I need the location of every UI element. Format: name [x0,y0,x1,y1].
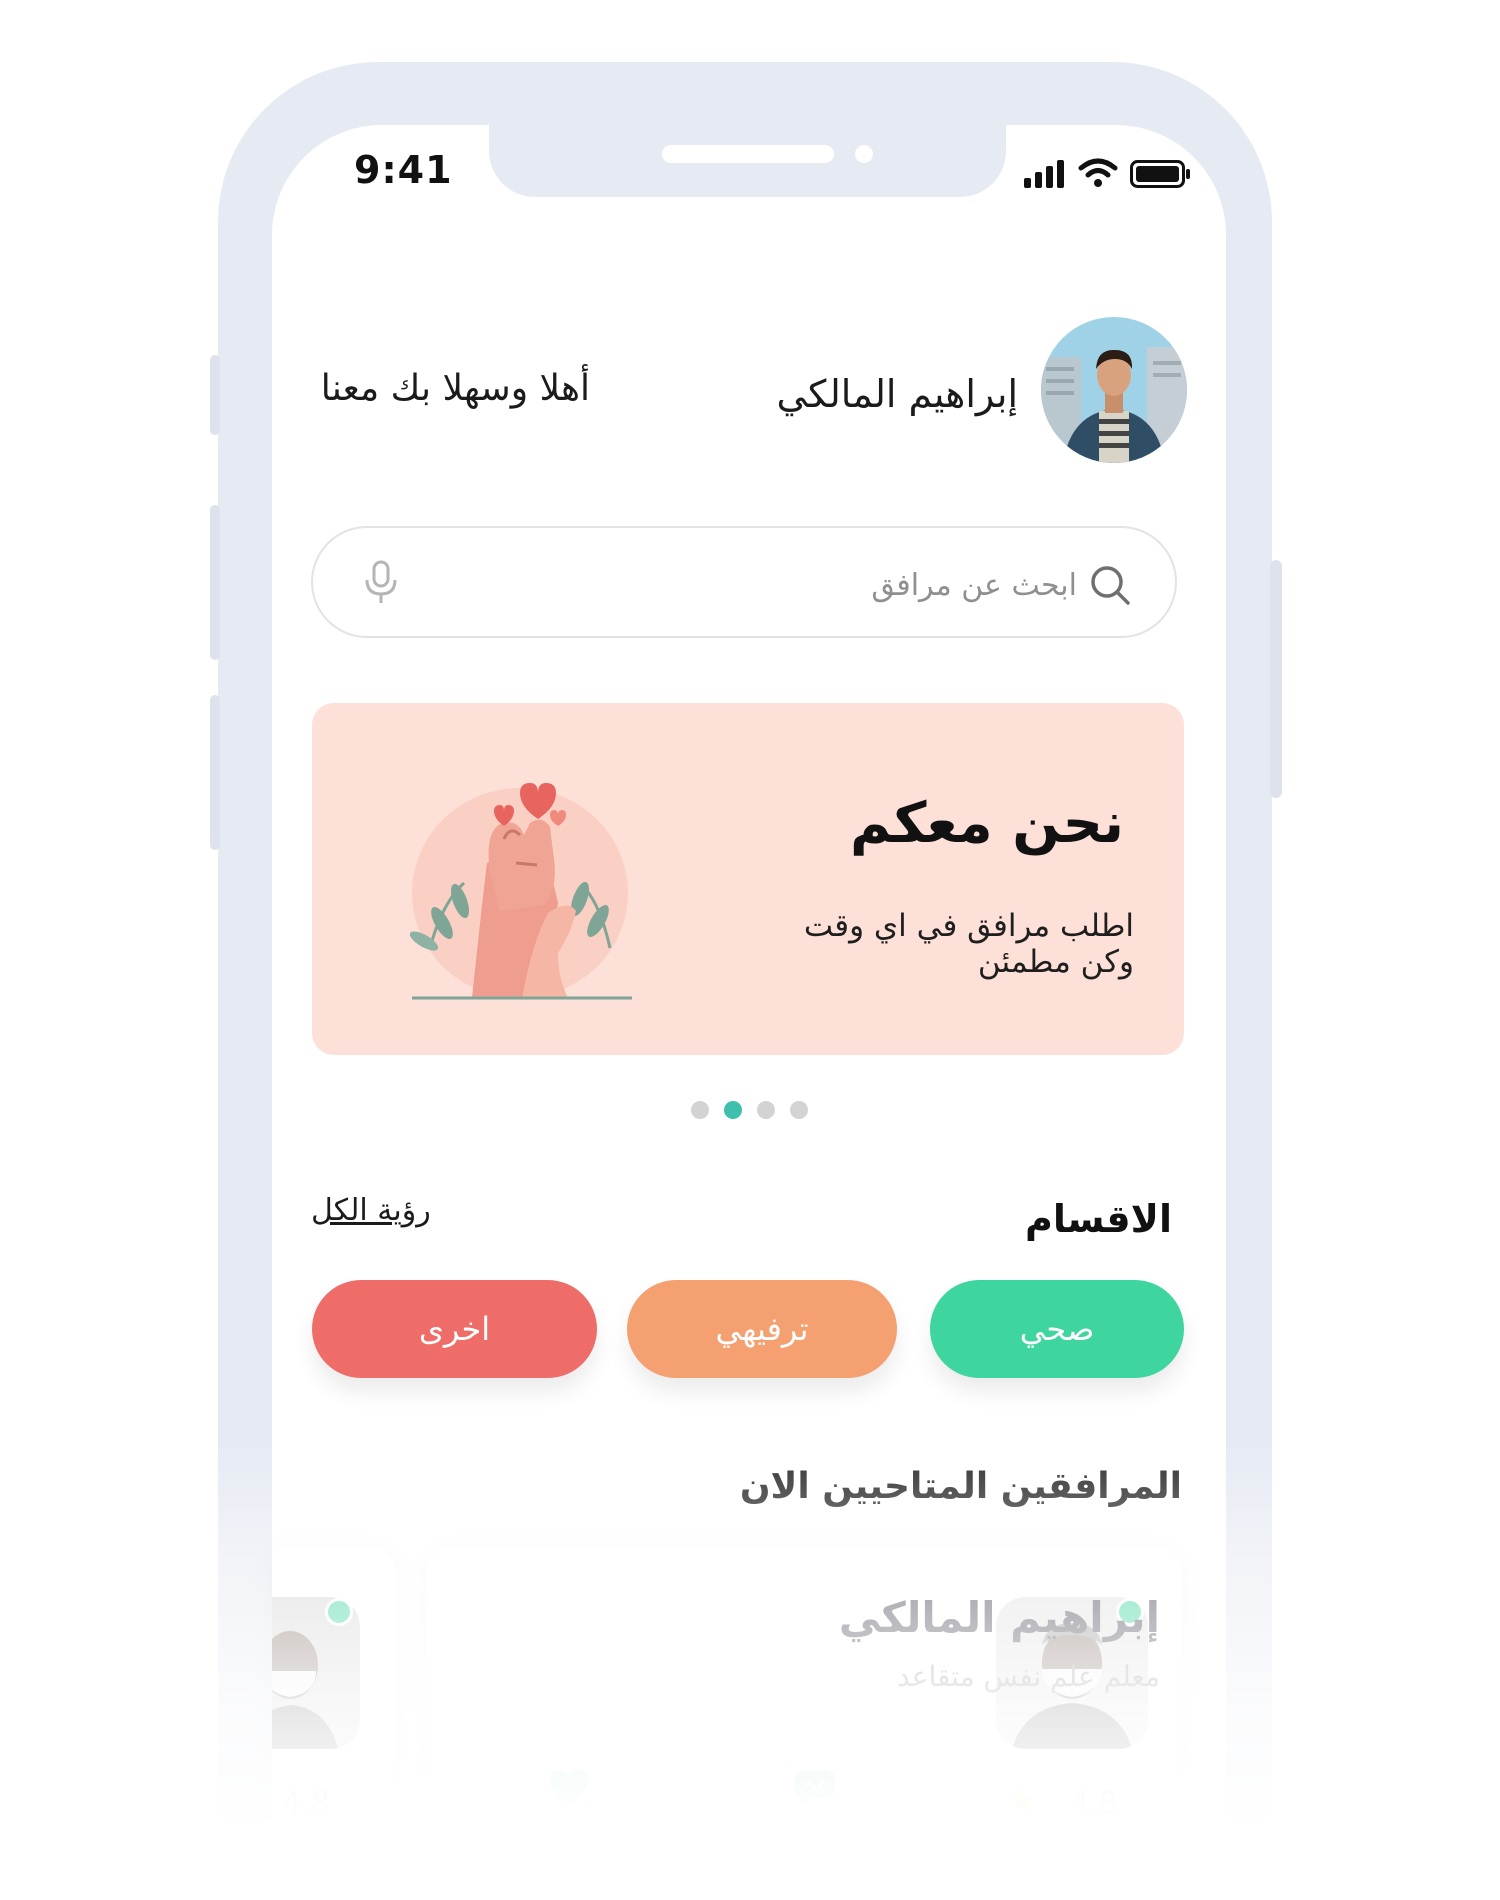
category-label: ترفيهي [715,1310,809,1348]
category-health-button[interactable]: صحي [930,1280,1184,1378]
available-companions-title: المرافقين المتاحيين الان [739,1466,1182,1507]
online-status-dot [325,1598,353,1626]
phone-side-button [210,355,220,435]
phone-side-button [210,695,220,850]
phone-side-button [1270,560,1282,798]
search-icon[interactable] [1089,564,1131,606]
heart-icon[interactable] [548,1768,590,1806]
search-input[interactable]: ابحث عن مرافق [871,568,1077,603]
star-icon [1010,1788,1036,1813]
helping-hands-illustration [409,783,632,1000]
avatar[interactable] [1041,317,1187,463]
companion-role: معلم علم نفس متقاعد [897,1660,1160,1693]
carousel-dot-active[interactable] [724,1101,742,1119]
chat-icon[interactable] [793,1768,837,1808]
category-entertainment-button[interactable]: ترفيهي [627,1280,897,1378]
banner-title: نحن معكم [849,791,1124,856]
signal-icon [1024,160,1064,188]
banner-subtitle: اطلب مرافق في اي وقت وكن مطمئن [803,908,1134,980]
companion-rating: 4.8 [1070,1786,1118,1821]
companion-name: إبراهيم المالكي [838,1593,1160,1642]
companion-rating: 4.8 [282,1786,330,1821]
see-all-link[interactable]: رؤية الكل [311,1193,431,1228]
user-name: إبراهيم المالكي [776,372,1018,416]
category-label: اخرى [418,1310,491,1348]
front-camera [855,145,873,163]
search-bar[interactable]: ابحث عن مرافق [311,526,1177,638]
promo-banner[interactable]: نحن معكم اطلب مرافق في اي وقت وكن مطمئن [312,703,1184,1055]
carousel-dot[interactable] [757,1101,775,1119]
microphone-icon[interactable] [363,560,399,606]
phone-side-button [210,505,220,660]
categories-title: الاقسام [1025,1197,1172,1241]
greeting-text: أهلا وسهلا بك معنا [320,368,590,409]
battery-icon [1130,160,1190,188]
speaker-grille [662,145,834,163]
category-other-button[interactable]: اخرى [312,1280,597,1378]
carousel-dot[interactable] [691,1101,709,1119]
carousel-dot[interactable] [790,1101,808,1119]
status-time: 9:41 [354,148,453,192]
category-label: صحي [1019,1310,1095,1348]
wifi-icon [1078,158,1118,187]
